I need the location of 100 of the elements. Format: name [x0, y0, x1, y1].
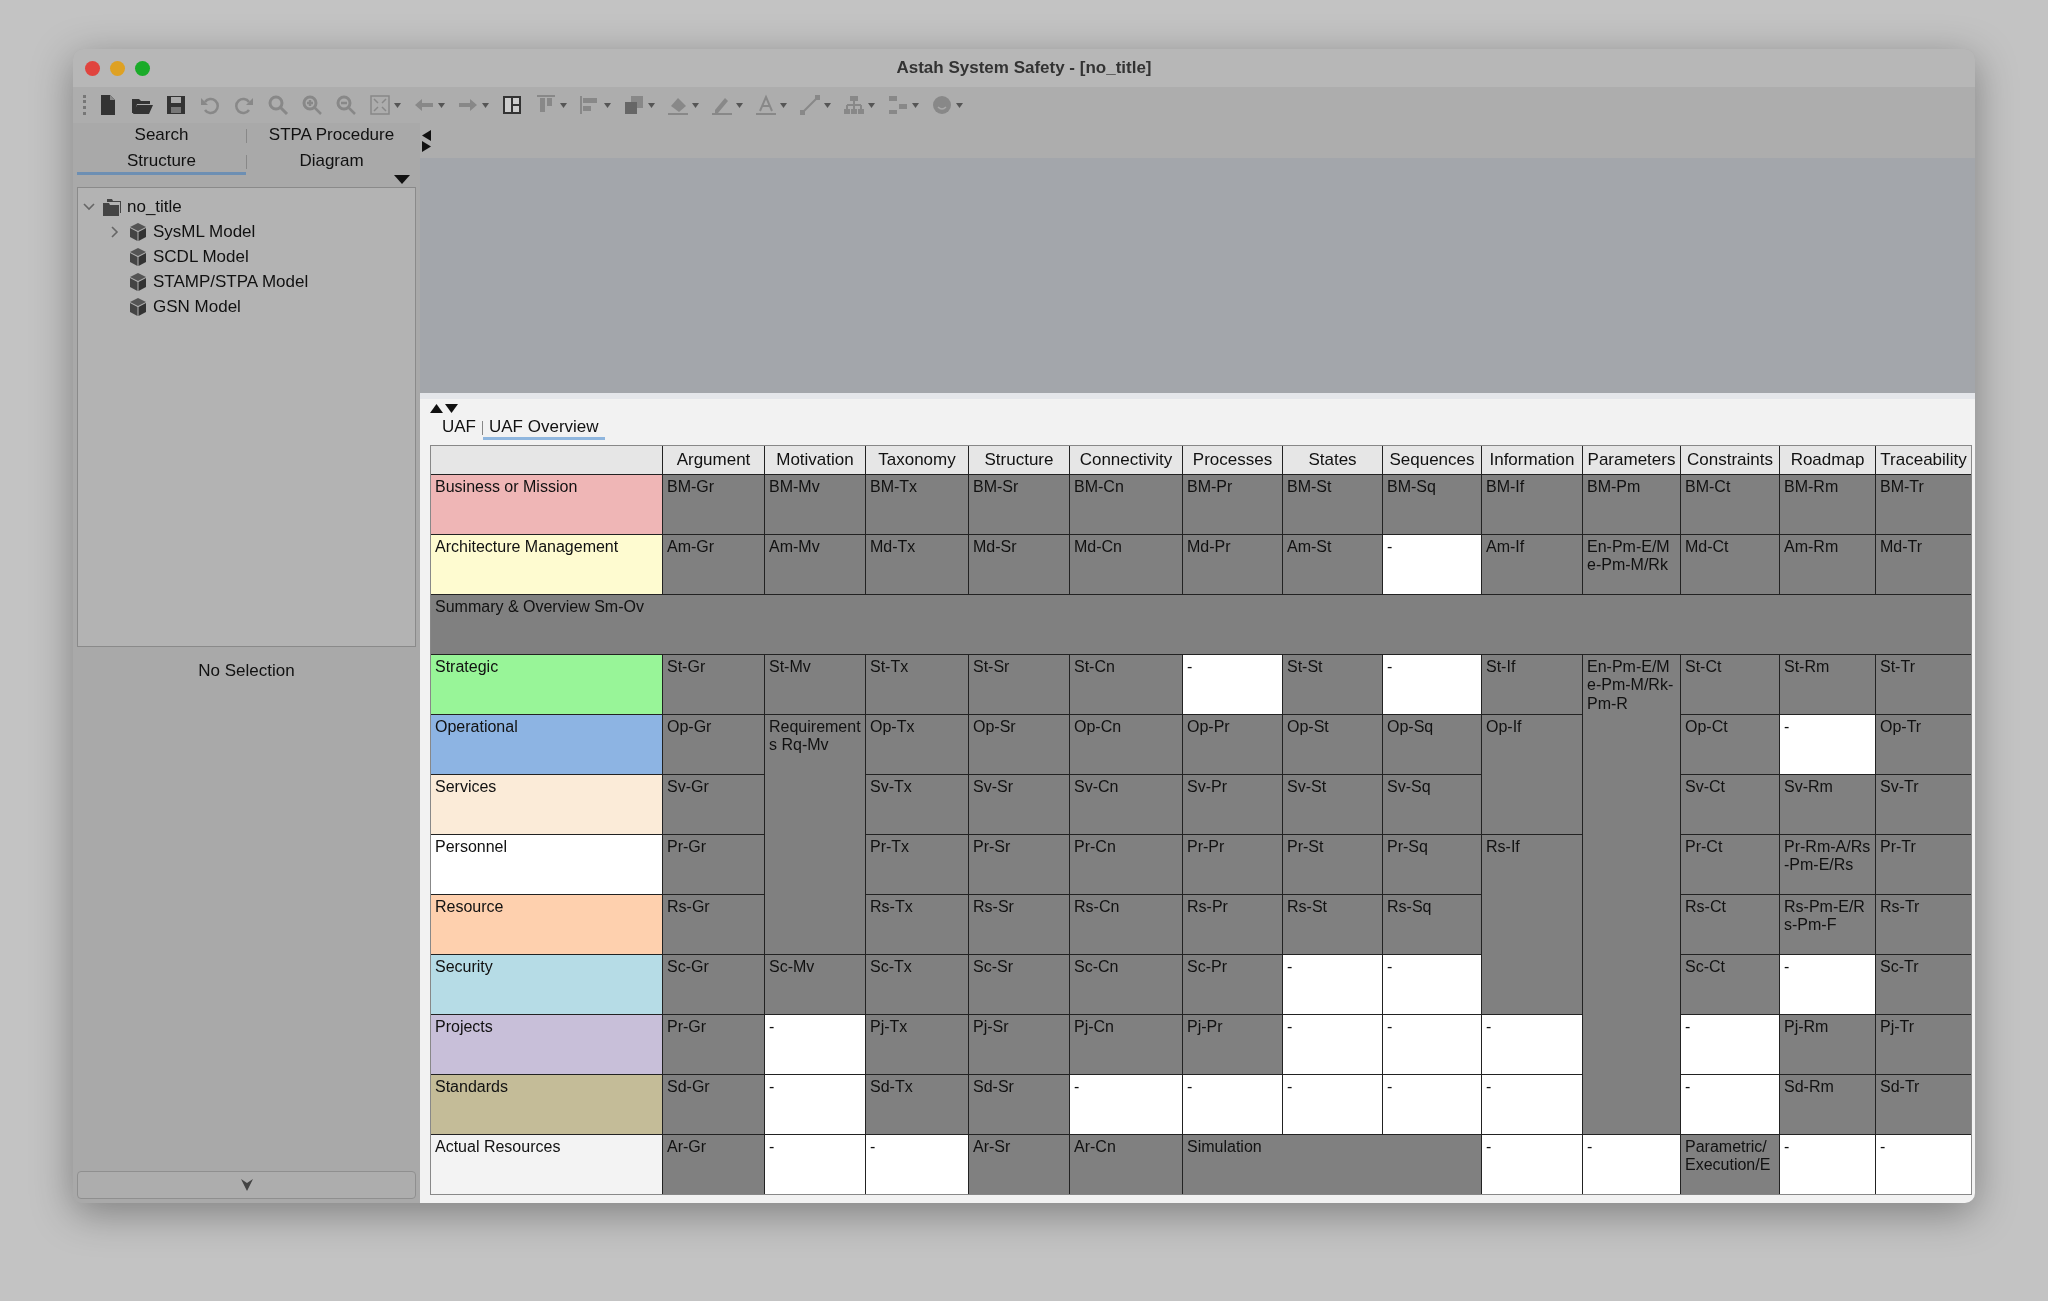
table-cell: Op-Pr — [1183, 715, 1282, 774]
caret-icon[interactable] — [736, 102, 743, 108]
column-header: Constraints — [1681, 446, 1779, 474]
panel-tab[interactable]: Diagram — [247, 149, 416, 175]
table-cell: Md-Ct — [1681, 535, 1779, 594]
dropdown-caret-icon[interactable] — [394, 175, 410, 185]
table-cell: St-Gr — [663, 655, 764, 714]
row-header: Architecture Management — [431, 535, 662, 594]
table-cell: Pr-St — [1283, 835, 1382, 894]
table-cell: BM-Tr — [1876, 475, 1971, 534]
table-cell: Sv-Gr — [663, 775, 764, 834]
table-cell: BM-Sq — [1383, 475, 1481, 534]
table-cell: - — [765, 1075, 865, 1134]
table-cell: Md-Pr — [1183, 535, 1282, 594]
table-cell: Op-Tr — [1876, 715, 1971, 774]
triangle-down-icon[interactable] — [445, 403, 458, 413]
table-cell: Md-Tx — [866, 535, 968, 594]
table-cell: Op-If — [1482, 715, 1582, 834]
row-header: Actual Resources — [431, 1135, 662, 1194]
caret-icon[interactable] — [560, 102, 567, 108]
row-header: Resource — [431, 895, 662, 954]
close-button[interactable] — [85, 60, 100, 76]
table-cell: Sv-Tx — [866, 775, 968, 834]
layers-icon[interactable] — [623, 94, 645, 116]
fit-icon[interactable] — [369, 94, 391, 116]
caret-icon[interactable] — [604, 102, 611, 108]
caret-icon[interactable] — [482, 102, 489, 108]
caret-icon[interactable] — [648, 102, 655, 108]
caret-icon[interactable] — [912, 102, 919, 108]
caret-icon[interactable] — [956, 102, 963, 108]
column-header: Taxonomy — [866, 446, 968, 474]
triangle-left-icon[interactable] — [422, 129, 431, 141]
table-cell: Op-Gr — [663, 715, 764, 774]
table-cell: Rs-Sq — [1383, 895, 1481, 954]
smiley-icon[interactable] — [931, 94, 953, 116]
table-cell: St-Ct — [1681, 655, 1779, 714]
tree-item[interactable]: SysML Model — [153, 221, 256, 242]
table-cell: Ar-Sr — [969, 1135, 1069, 1194]
table-cell: BM-Pm — [1583, 475, 1680, 534]
text-color-icon[interactable] — [755, 94, 777, 116]
caret-icon[interactable] — [692, 102, 699, 108]
panel-tab[interactable]: Search — [77, 123, 246, 149]
table-cell: Op-Cn — [1070, 715, 1182, 774]
column-header: Traceability — [1876, 446, 1971, 474]
caret-icon[interactable] — [780, 102, 787, 108]
table-cell: Sd-Gr — [663, 1075, 764, 1134]
table-cell: Op-Sq — [1383, 715, 1481, 774]
table-cell: St-Cn — [1070, 655, 1182, 714]
table-cell: Op-Tx — [866, 715, 968, 774]
triangle-right-icon[interactable] — [422, 140, 431, 152]
table-cell: - — [1183, 1075, 1282, 1134]
column-header: States — [1283, 446, 1382, 474]
table-cell: Sv-Cn — [1070, 775, 1182, 834]
table-cell: Rs-Gr — [663, 895, 764, 954]
grid-icon[interactable] — [887, 94, 909, 116]
table-cell: Summary & Overview Sm-Ov — [431, 595, 1971, 654]
table-cell: Rs-Sr — [969, 895, 1069, 954]
panel-tab[interactable]: STPA Procedure — [247, 123, 416, 149]
triangle-up-icon[interactable] — [430, 403, 443, 413]
no-selection-label: No Selection — [198, 661, 295, 682]
table-cell: Am-Rm — [1780, 535, 1875, 594]
cube-icon — [128, 246, 148, 267]
line-icon[interactable] — [799, 94, 821, 116]
panel-tab[interactable]: UAF — [436, 416, 482, 440]
table-cell: - — [1383, 955, 1481, 1014]
table-cell: BM-If — [1482, 475, 1582, 534]
table-cell: Pr-Cn — [1070, 835, 1182, 894]
table-cell: Op-Sr — [969, 715, 1069, 774]
table-cell: Ar-Cn — [1070, 1135, 1182, 1194]
hierarchy-icon[interactable] — [843, 94, 865, 116]
expand-button[interactable] — [77, 1171, 416, 1199]
caret-icon[interactable] — [824, 102, 831, 108]
table-cell: Sd-Tx — [866, 1075, 968, 1134]
table-cell: Pr-Ct — [1681, 835, 1779, 894]
caret-icon[interactable] — [394, 102, 401, 108]
column-header: Sequences — [1383, 446, 1481, 474]
table-cell: Sv-Pr — [1183, 775, 1282, 834]
table-cell: BM-Gr — [663, 475, 764, 534]
table-cell: Rs-Pm-E/Rs-Pm-F — [1780, 895, 1875, 954]
table-cell: St-Rm — [1780, 655, 1875, 714]
table-cell: - — [1583, 1135, 1680, 1194]
panel-tab[interactable]: Structure — [77, 149, 246, 175]
zoom-button[interactable] — [135, 60, 150, 76]
table-cell: Parametric/Execution/E — [1681, 1135, 1779, 1194]
table-cell: Sv-St — [1283, 775, 1382, 834]
row-header: Business or Mission — [431, 475, 662, 534]
caret-icon[interactable] — [868, 102, 875, 108]
tree-item[interactable]: GSN Model — [153, 296, 241, 317]
table-cell: Pr-Rm-A/Rs-Pm-E/Rs — [1780, 835, 1875, 894]
table-cell: BM-St — [1283, 475, 1382, 534]
table-cell: Simulation — [1183, 1135, 1481, 1194]
tree-item[interactable]: STAMP/STPA Model — [153, 271, 309, 292]
tree-item[interactable]: SCDL Model — [153, 246, 249, 267]
table-cell: Am-If — [1482, 535, 1582, 594]
zoom-out-icon — [335, 94, 357, 116]
table-cell: Sc-Mv — [765, 955, 865, 1014]
tree-item[interactable]: no_title — [127, 196, 182, 217]
panel-tab[interactable]: UAF Overview — [483, 416, 605, 440]
table-cell: Md-Sr — [969, 535, 1069, 594]
caret-icon[interactable] — [438, 102, 445, 108]
